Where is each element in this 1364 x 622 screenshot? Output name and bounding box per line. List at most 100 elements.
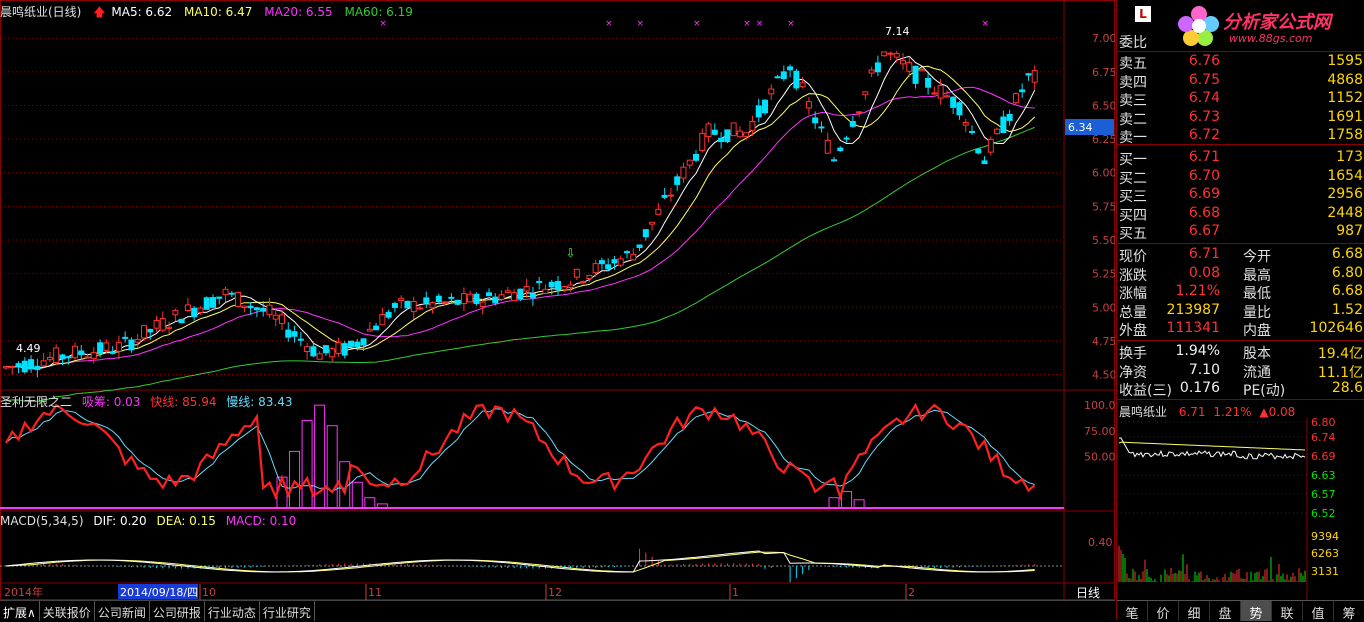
buy-price[interactable]: 6.67 bbox=[1189, 223, 1220, 239]
panel-tab[interactable]: 盘 bbox=[1210, 601, 1241, 622]
price-tick: 4.75 bbox=[1092, 335, 1115, 348]
candle-body bbox=[285, 329, 292, 338]
price-tick: 6.75 bbox=[1092, 66, 1115, 79]
candle-body bbox=[391, 303, 398, 308]
tab-industry-news[interactable]: 行业动态 bbox=[205, 601, 260, 621]
candle-body bbox=[360, 338, 367, 346]
sell-price[interactable]: 6.74 bbox=[1189, 90, 1220, 106]
candle-body bbox=[147, 328, 154, 333]
mini-change: ▲0.08 bbox=[1259, 405, 1296, 419]
period-label[interactable]: 日线 bbox=[1076, 586, 1100, 600]
candle-body bbox=[642, 229, 649, 238]
tab-company-research[interactable]: 公司研报 bbox=[150, 601, 205, 621]
candle-body bbox=[561, 286, 568, 291]
buy-volume: 2448 bbox=[1327, 204, 1363, 221]
candle-body bbox=[787, 66, 794, 71]
sell-level-label: 卖三 bbox=[1119, 93, 1147, 109]
candle-body bbox=[818, 126, 825, 129]
candle-body bbox=[536, 280, 543, 283]
candle-body bbox=[15, 363, 22, 368]
xichou-bar bbox=[301, 420, 313, 509]
fund-value: 7.10 bbox=[1188, 361, 1220, 378]
candle-body bbox=[567, 284, 574, 289]
candle-body bbox=[868, 69, 875, 74]
fund-label: 换手 bbox=[1119, 346, 1147, 362]
stock-title[interactable]: 晨鸣纸业(日线) bbox=[0, 5, 81, 19]
panel-tab[interactable]: 笔 bbox=[1117, 601, 1148, 622]
chart-header: 晨鸣纸业(日线) 🡅 MA5: 6.62 MA10: 6.47 MA20: 6.… bbox=[0, 3, 421, 19]
buy-price[interactable]: 6.70 bbox=[1189, 168, 1220, 184]
fast-line bbox=[5, 402, 1036, 501]
candle-body bbox=[266, 304, 273, 316]
panel-tab[interactable]: 值 bbox=[1303, 601, 1334, 622]
candle-body bbox=[304, 346, 311, 353]
mini-intraday-chart[interactable]: 6.80 6.74 6.69 6.63 6.57 6.52 9394 6263 3131 bbox=[1117, 418, 1364, 600]
panel-tab[interactable]: 势 bbox=[1241, 601, 1272, 622]
indicator1-tick: 50.00 bbox=[1084, 451, 1115, 464]
macd-name[interactable]: MACD(5,34,5) bbox=[0, 514, 84, 528]
sell-price[interactable]: 6.73 bbox=[1189, 109, 1220, 125]
ma10-label: MA10: 6.47 bbox=[183, 5, 253, 19]
flower-logo-icon bbox=[1177, 4, 1221, 48]
tab-expand[interactable]: 扩展∧ bbox=[0, 601, 40, 621]
month-label: 2 bbox=[908, 586, 915, 599]
dea-line bbox=[5, 551, 1035, 573]
candle-body bbox=[881, 51, 888, 57]
sell-price[interactable]: 6.75 bbox=[1189, 72, 1220, 88]
buy-price[interactable]: 6.68 bbox=[1189, 205, 1220, 221]
buy-volume: 173 bbox=[1336, 149, 1363, 165]
buy-volume: 1654 bbox=[1327, 167, 1363, 184]
candle-body bbox=[743, 132, 750, 137]
candle-body bbox=[341, 343, 348, 356]
fund-label-2: PE(动) bbox=[1243, 383, 1286, 399]
signal-marker-icon: × bbox=[605, 19, 613, 29]
panel-tab[interactable]: 联 bbox=[1272, 601, 1303, 622]
buy-price[interactable]: 6.69 bbox=[1189, 186, 1220, 202]
tab-company-news[interactable]: 公司新闻 bbox=[95, 601, 150, 621]
candle-body bbox=[322, 345, 329, 354]
candle-body bbox=[624, 251, 630, 254]
fund-value-2: 11.1亿 bbox=[1317, 364, 1363, 381]
fund-label: 净资 bbox=[1119, 364, 1147, 381]
candle-body bbox=[718, 137, 725, 143]
xichou-bar bbox=[351, 481, 363, 509]
indicator1-name[interactable]: 圣利无限之二 bbox=[0, 395, 72, 409]
quote-label-2: 量比 bbox=[1243, 304, 1271, 321]
quote-value-2: 6.80 bbox=[1331, 264, 1363, 281]
candle-body bbox=[661, 194, 668, 198]
candle-body bbox=[762, 99, 768, 114]
kline-chart[interactable]: 7.00 6.75 6.50 6.25 6.00 5.75 5.50 5.25 5.00 4.75… bbox=[0, 0, 1115, 600]
price-tick: 5.00 bbox=[1092, 301, 1115, 314]
candle-body bbox=[53, 347, 60, 363]
sell-price[interactable]: 6.76 bbox=[1189, 53, 1220, 69]
weibi-label: 委比 bbox=[1119, 35, 1147, 51]
macd-value: MACD: 0.10 bbox=[225, 514, 297, 528]
fund-value-2: 19.4亿 bbox=[1317, 346, 1363, 362]
candle-body bbox=[84, 356, 91, 359]
candle-body bbox=[335, 342, 342, 354]
candle-body bbox=[918, 68, 925, 72]
candle-body bbox=[429, 302, 436, 309]
candle-body bbox=[90, 352, 97, 359]
panel-tab[interactable]: 价 bbox=[1148, 601, 1179, 622]
candle-body bbox=[297, 338, 304, 341]
sell-price[interactable]: 6.72 bbox=[1189, 127, 1220, 143]
candle-body bbox=[9, 365, 16, 368]
panel-tab[interactable]: 细 bbox=[1179, 601, 1210, 622]
sell-level-label: 卖四 bbox=[1119, 74, 1147, 91]
panel-tab[interactable]: 筹 bbox=[1334, 601, 1364, 622]
candle-body bbox=[40, 360, 47, 367]
candle-body bbox=[630, 253, 637, 261]
candle-body bbox=[686, 159, 693, 166]
tab-industry-research[interactable]: 行业研究 bbox=[260, 601, 315, 621]
candle-body bbox=[410, 301, 417, 313]
high-annotation: 7.14 bbox=[885, 25, 910, 38]
tab-related-quotes[interactable]: 关联报价 bbox=[40, 601, 95, 621]
candle-body bbox=[812, 117, 819, 124]
xichou-bar bbox=[289, 450, 301, 509]
buy-price[interactable]: 6.71 bbox=[1189, 149, 1220, 165]
mini-price-tick: 6.57 bbox=[1311, 488, 1336, 501]
mini-price: 6.71 bbox=[1178, 405, 1206, 419]
dif-line bbox=[5, 550, 1035, 573]
quote-label: 涨幅 bbox=[1119, 286, 1147, 302]
